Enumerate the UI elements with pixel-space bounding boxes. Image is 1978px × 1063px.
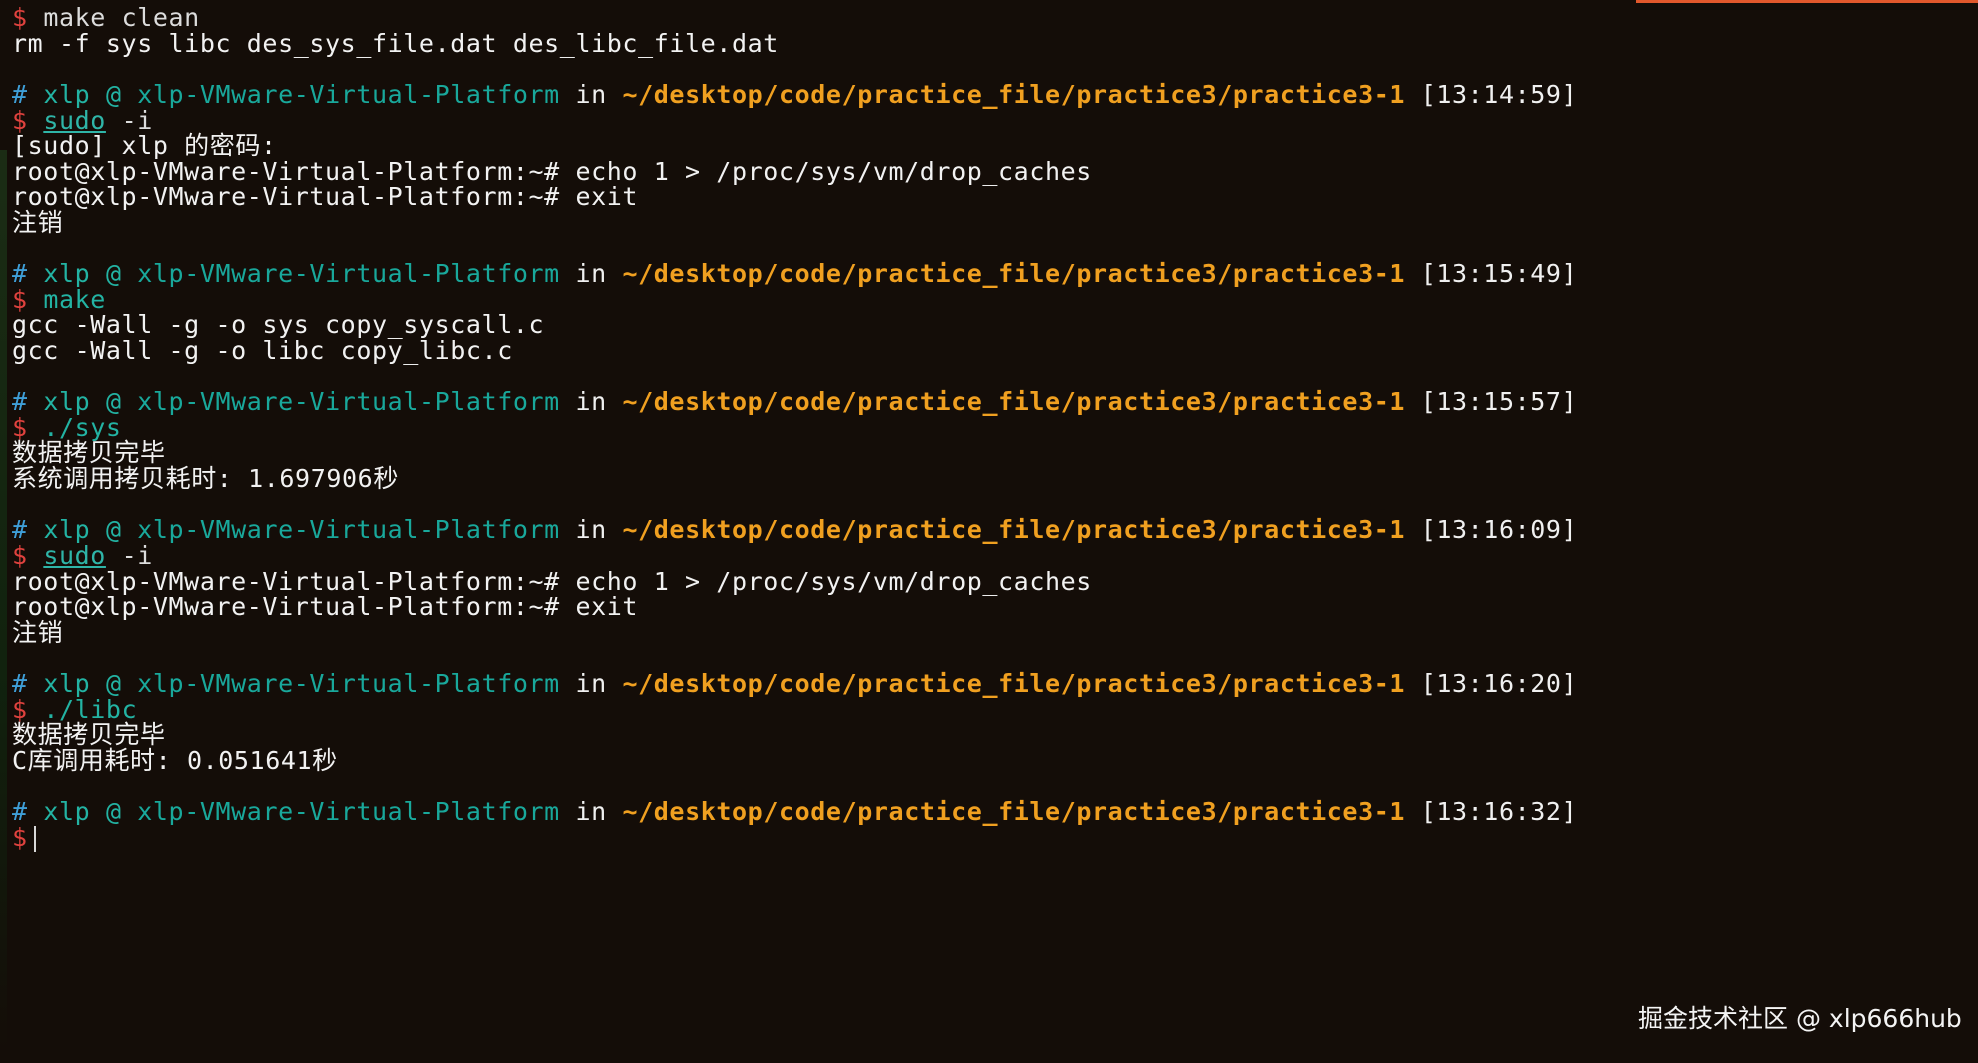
prompt-time: [13:14:59]: [1420, 80, 1578, 109]
prompt-header: # xlp @ xlp-VMware-Virtual-Platform in ~…: [12, 796, 1577, 828]
prompt-in: in: [575, 259, 607, 288]
window-accent-bar: [1636, 0, 1978, 3]
prompt-in: in: [575, 669, 607, 698]
terminal-line-output: root@xlp-VMware-Virtual-Platform:~# exit: [12, 592, 639, 621]
prompt-host: xlp-VMware-Virtual-Platform: [137, 515, 560, 544]
prompt-header: # xlp @ xlp-VMware-Virtual-Platform in ~…: [12, 386, 1577, 418]
text-cursor: [33, 826, 36, 852]
prompt-user: xlp: [43, 797, 91, 826]
prompt-host: xlp-VMware-Virtual-Platform: [137, 259, 560, 288]
prompt-path: ~/desktop/code/practice_file/practice3/p…: [622, 387, 1406, 416]
prompt-dollar: $: [12, 823, 28, 852]
prompt-time: [13:15:57]: [1420, 387, 1578, 416]
prompt-path: ~/desktop/code/practice_file/practice3/p…: [622, 80, 1406, 109]
left-edge-shade: [0, 150, 7, 1050]
prompt-path: ~/desktop/code/practice_file/practice3/p…: [622, 669, 1406, 698]
prompt-host: xlp-VMware-Virtual-Platform: [137, 80, 560, 109]
prompt-at: @: [105, 797, 122, 826]
prompt-path: ~/desktop/code/practice_file/practice3/p…: [622, 259, 1406, 288]
active-prompt-line[interactable]: $: [12, 822, 36, 854]
prompt-time: [13:16:32]: [1420, 797, 1578, 826]
terminal-line-output: root@xlp-VMware-Virtual-Platform:~# exit: [12, 182, 639, 211]
terminal-line-output: C库调用耗时: 0.051641秒: [12, 746, 338, 775]
terminal-line-output: gcc -Wall -g -o libc copy_libc.c: [12, 336, 513, 365]
prompt-host: xlp-VMware-Virtual-Platform: [137, 797, 560, 826]
watermark: 掘金技术社区 @ xlp666hub: [1638, 1004, 1962, 1033]
prompt-in: in: [575, 80, 607, 109]
prompt-path: ~/desktop/code/practice_file/practice3/p…: [622, 515, 1406, 544]
prompt-in: in: [575, 387, 607, 416]
prompt-host: xlp-VMware-Virtual-Platform: [137, 669, 560, 698]
terminal-window[interactable]: $ make clean rm -f sys libc des_sys_file…: [0, 0, 1978, 1063]
prompt-header: # xlp @ xlp-VMware-Virtual-Platform in ~…: [12, 79, 1577, 111]
prompt-time: [13:16:09]: [1420, 515, 1578, 544]
prompt-in: in: [575, 515, 607, 544]
prompt-in: in: [575, 797, 607, 826]
prompt-time: [13:16:20]: [1420, 669, 1578, 698]
terminal-line-output: 注销: [12, 208, 64, 237]
prompt-header: # xlp @ xlp-VMware-Virtual-Platform in ~…: [12, 668, 1577, 700]
prompt-time: [13:15:49]: [1420, 259, 1578, 288]
prompt-header: # xlp @ xlp-VMware-Virtual-Platform in ~…: [12, 514, 1577, 546]
prompt-path: ~/desktop/code/practice_file/practice3/p…: [622, 797, 1406, 826]
prompt-header: # xlp @ xlp-VMware-Virtual-Platform in ~…: [12, 258, 1577, 290]
prompt-host: xlp-VMware-Virtual-Platform: [137, 387, 560, 416]
terminal-line-output: rm -f sys libc des_sys_file.dat des_libc…: [12, 29, 779, 58]
terminal-line-output: 注销: [12, 618, 64, 647]
terminal-line-output: 系统调用拷贝耗时: 1.697906秒: [12, 464, 399, 493]
prompt-at: @: [105, 259, 122, 288]
